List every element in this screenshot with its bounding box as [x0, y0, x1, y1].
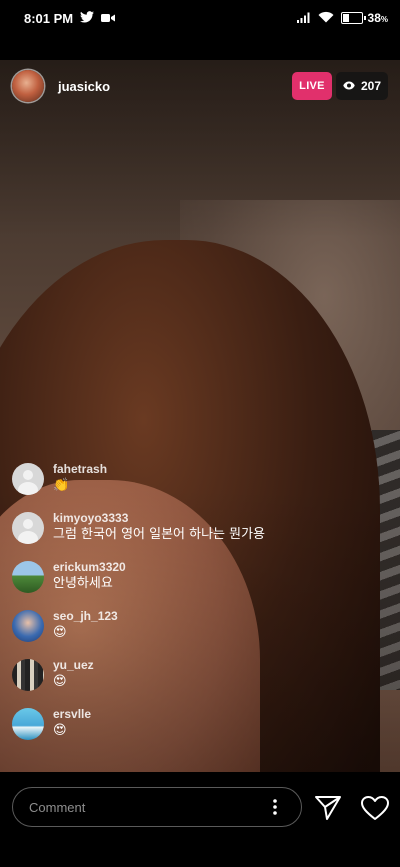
landscape-avatar[interactable]: [12, 561, 44, 593]
live-header: juasicko LIVE 207: [12, 69, 388, 103]
host-avatar[interactable]: [12, 70, 44, 102]
status-left: 8:01 PM: [24, 10, 116, 26]
comment-item: kimyoyo3333 그럼 한국어 영어 일본어 하나는 뭔가용: [12, 510, 352, 559]
comment-message: 그럼 한국어 영어 일본어 하나는 뭔가용: [53, 527, 266, 542]
eye-icon: [343, 79, 355, 93]
group-avatar[interactable]: [12, 659, 44, 691]
wifi-icon: [318, 11, 334, 26]
viewer-count-badge[interactable]: 207: [336, 72, 388, 100]
comment-message: 😍: [53, 723, 67, 738]
person-avatar[interactable]: [12, 610, 44, 642]
battery-icon: [340, 12, 366, 24]
battery-fill: [342, 14, 349, 22]
comment-username[interactable]: kimyoyo3333: [53, 510, 265, 526]
comment-username[interactable]: fahetrash: [53, 461, 107, 477]
comment-message: 안녕하세요: [53, 576, 113, 591]
battery-indicator: 38%: [340, 11, 388, 25]
battery-unit: %: [380, 15, 388, 24]
comment-list: fahetrash 👏 kimyoyo3333 그럼 한국어 영어 일본어 하나…: [12, 461, 352, 755]
comment-message: 😍: [53, 625, 67, 640]
more-options-icon[interactable]: [265, 797, 285, 817]
viewer-count: 207: [360, 79, 382, 93]
comment-username[interactable]: seo_jh_123: [53, 608, 118, 624]
sky-avatar[interactable]: [12, 708, 44, 740]
default-avatar[interactable]: [12, 512, 44, 544]
heart-icon[interactable]: [360, 795, 390, 821]
default-avatar[interactable]: [12, 463, 44, 495]
comment-item: erickum3320 안녕하세요: [12, 559, 352, 608]
host-username[interactable]: juasicko: [58, 79, 110, 94]
signal-icon: [296, 11, 311, 26]
comment-username[interactable]: erickum3320: [53, 559, 126, 575]
comment-input[interactable]: [12, 787, 302, 827]
comment-item: fahetrash 👏: [12, 461, 352, 510]
send-icon[interactable]: [314, 795, 342, 821]
comment-message: 😍: [53, 674, 67, 689]
battery-percent: 38: [367, 11, 381, 25]
twitter-icon: [80, 10, 95, 26]
comment-item: seo_jh_123 😍: [12, 608, 352, 657]
comment-item: yu_uez 😍: [12, 657, 352, 706]
status-right: 38%: [296, 11, 388, 26]
video-camera-icon: [101, 11, 116, 26]
comment-composer: [0, 772, 400, 867]
comment-username[interactable]: yu_uez: [53, 657, 94, 673]
comment-username[interactable]: ersvlle: [53, 706, 91, 722]
comment-message: 👏: [53, 478, 70, 493]
status-time: 8:01 PM: [24, 10, 74, 26]
live-badge: LIVE: [292, 72, 332, 100]
comment-item: ersvlle 😍: [12, 706, 352, 755]
status-bar: 8:01 PM 38%: [0, 0, 400, 36]
